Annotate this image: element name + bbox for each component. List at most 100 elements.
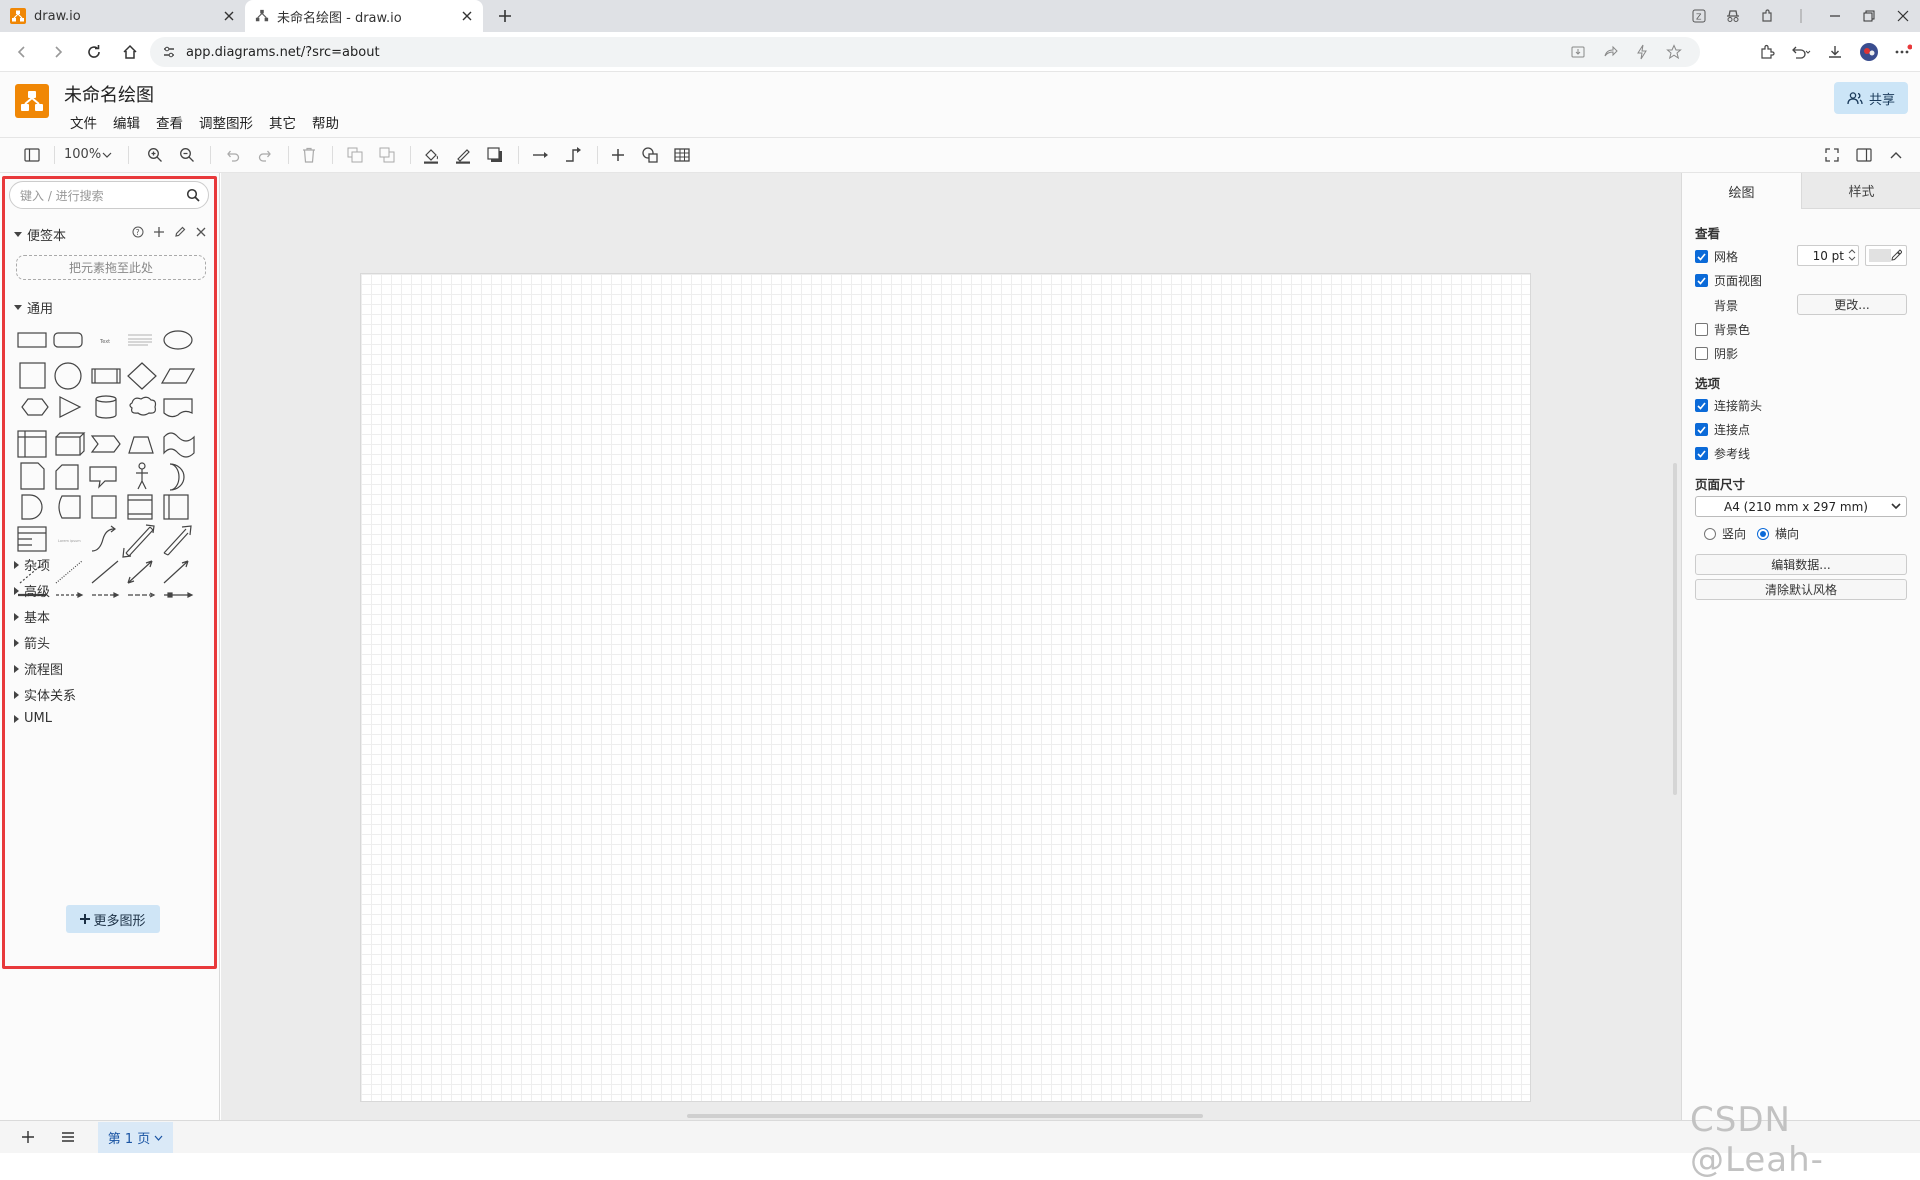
share-button[interactable]: 共享 <box>1834 82 1908 114</box>
grid-color-picker[interactable] <box>1865 245 1907 266</box>
line-color-icon[interactable] <box>448 138 478 172</box>
tab-style[interactable]: 样式 <box>1801 173 1920 209</box>
tab-diagram[interactable]: 绘图 <box>1682 173 1801 209</box>
to-back-icon[interactable] <box>372 138 402 172</box>
format-panel-toggle-icon[interactable] <box>17 138 47 172</box>
to-front-icon[interactable] <box>340 138 370 172</box>
fill-color-icon[interactable] <box>416 138 446 172</box>
shadow-option[interactable]: 阴影 <box>1695 345 1738 362</box>
connection-arrows-option[interactable]: 连接箭头 <box>1695 397 1762 414</box>
back-icon[interactable] <box>4 34 40 70</box>
section-uml[interactable]: UML <box>14 711 52 726</box>
shadow-checkbox[interactable] <box>1695 347 1708 360</box>
url-bar[interactable]: app.diagrams.net/?src=about <box>150 37 1700 67</box>
grid-option[interactable]: 网格 <box>1695 248 1738 265</box>
restore-icon[interactable] <box>1852 0 1886 32</box>
pages-menu-icon[interactable] <box>60 1129 76 1145</box>
page-tab[interactable]: 第 1 页 <box>98 1122 173 1153</box>
undo-icon[interactable] <box>218 138 248 172</box>
install-app-icon[interactable] <box>1564 37 1592 67</box>
forward-icon[interactable] <box>40 34 76 70</box>
insert-shapes-icon[interactable] <box>635 138 665 172</box>
tab-search-icon[interactable]: Z <box>1682 0 1716 32</box>
eyedropper-icon[interactable] <box>1890 249 1902 261</box>
connection-arrows-checkbox[interactable] <box>1695 399 1708 412</box>
extensions-icon[interactable] <box>1750 32 1784 72</box>
url-text[interactable]: app.diagrams.net/?src=about <box>186 45 380 60</box>
page-view-option[interactable]: 页面视图 <box>1695 272 1762 289</box>
menu-extras[interactable]: 其它 <box>261 112 304 132</box>
new-tab-icon[interactable] <box>489 0 521 32</box>
add-icon[interactable] <box>151 224 167 240</box>
menu-view[interactable]: 查看 <box>148 112 191 132</box>
section-advanced[interactable]: 高级 <box>14 581 50 600</box>
edit-data-button[interactable]: 编辑数据... <box>1695 554 1907 575</box>
background-color-checkbox[interactable] <box>1695 323 1708 336</box>
menu-arrange[interactable]: 调整图形 <box>191 112 261 132</box>
landscape-option[interactable]: 横向 <box>1757 525 1799 542</box>
format-panel-icon[interactable] <box>1849 138 1879 172</box>
diagram-canvas[interactable] <box>221 173 1681 1120</box>
redo-icon[interactable] <box>250 138 280 172</box>
delete-icon[interactable] <box>294 138 324 172</box>
scratchpad-header[interactable]: 便签本 <box>14 225 66 244</box>
zoom-dropdown-chevron-icon[interactable] <box>99 138 115 172</box>
portrait-option[interactable]: 竖向 <box>1704 525 1746 542</box>
browser-tab-drawio[interactable]: draw.io <box>0 0 245 32</box>
clear-default-style-button[interactable]: 清除默认风格 <box>1695 579 1907 600</box>
site-info-icon[interactable] <box>162 45 176 59</box>
reload-icon[interactable] <box>76 34 112 70</box>
search-icon[interactable] <box>186 188 200 202</box>
zoom-in-icon[interactable] <box>140 138 170 172</box>
scratchpad-drop-zone[interactable]: 把元素拖至此处 <box>16 255 206 280</box>
guides-option[interactable]: 参考线 <box>1695 445 1750 462</box>
browser-tab-active[interactable]: 未命名绘图 - draw.io <box>245 0 483 32</box>
add-page-icon[interactable] <box>20 1129 36 1145</box>
menu-help[interactable]: 帮助 <box>304 112 347 132</box>
section-arrows[interactable]: 箭头 <box>14 633 50 652</box>
bookmark-star-icon[interactable] <box>1660 37 1688 67</box>
waypoints-orthogonal-icon[interactable] <box>558 138 588 172</box>
document-title[interactable]: 未命名绘图 <box>64 81 154 107</box>
browser-menu-icon[interactable] <box>1886 32 1920 72</box>
close-window-icon[interactable] <box>1886 0 1920 32</box>
shape-search-input[interactable]: 键入 / 进行搜索 <box>9 181 209 209</box>
zoom-out-icon[interactable] <box>172 138 202 172</box>
grid-checkbox[interactable] <box>1695 250 1708 263</box>
more-shapes-button[interactable]: 更多图形 <box>66 905 160 933</box>
landscape-radio[interactable] <box>1757 527 1769 540</box>
connection-straight-icon[interactable] <box>526 138 556 172</box>
portrait-radio[interactable] <box>1704 527 1716 540</box>
insert-table-icon[interactable] <box>667 138 697 172</box>
connection-points-option[interactable]: 连接点 <box>1695 421 1750 438</box>
insert-plus-icon[interactable] <box>603 138 633 172</box>
page-size-select[interactable]: A4 (210 mm x 297 mm) <box>1695 496 1907 517</box>
close-icon[interactable] <box>221 8 237 24</box>
close-icon[interactable] <box>459 8 475 24</box>
section-entity-relation[interactable]: 实体关系 <box>14 685 76 704</box>
zoom-value[interactable]: 100% <box>64 147 101 162</box>
downloads-icon[interactable] <box>1818 32 1852 72</box>
share-page-icon[interactable] <box>1596 37 1624 67</box>
collapse-chevron-up-icon[interactable] <box>1881 138 1911 172</box>
vertical-scrollbar[interactable] <box>1673 463 1677 795</box>
change-background-button[interactable]: 更改... <box>1797 294 1907 315</box>
undo-close-tab-icon[interactable] <box>1784 32 1818 72</box>
drawio-logo-icon[interactable] <box>15 84 49 118</box>
minimize-icon[interactable] <box>1818 0 1852 32</box>
menu-edit[interactable]: 编辑 <box>105 112 148 132</box>
section-basic[interactable]: 基本 <box>14 607 50 626</box>
connection-points-checkbox[interactable] <box>1695 423 1708 436</box>
background-color-option[interactable]: 背景色 <box>1695 321 1750 338</box>
extension-icon[interactable] <box>1750 0 1784 32</box>
section-misc[interactable]: 杂项 <box>14 555 50 574</box>
performance-icon[interactable] <box>1628 37 1656 67</box>
home-icon[interactable] <box>112 34 148 70</box>
general-section-header[interactable]: 通用 <box>14 298 53 317</box>
menu-file[interactable]: 文件 <box>62 112 105 132</box>
close-icon[interactable] <box>193 224 209 240</box>
guides-checkbox[interactable] <box>1695 447 1708 460</box>
profile-avatar-icon[interactable] <box>1852 32 1886 72</box>
shadow-icon[interactable] <box>480 138 510 172</box>
incognito-icon[interactable] <box>1716 0 1750 32</box>
